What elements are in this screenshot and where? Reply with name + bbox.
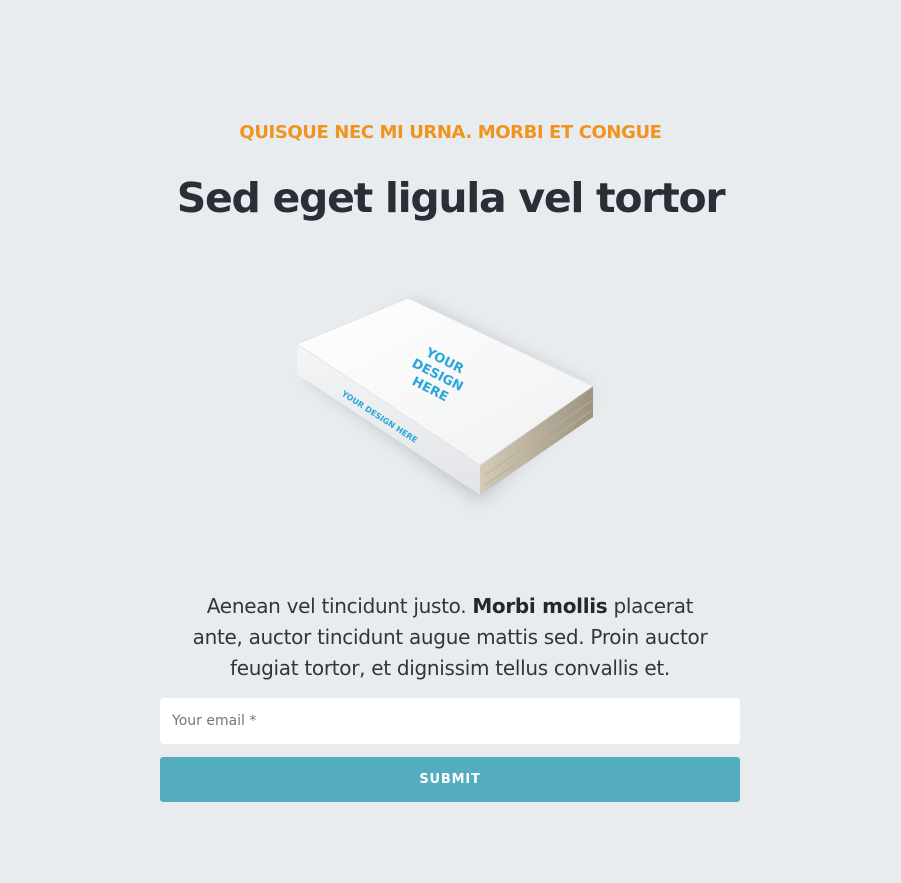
landing-page: QUISQUE NEC MI URNA. MORBI ET CONGUE Sed…: [0, 0, 901, 883]
email-field[interactable]: [160, 698, 740, 744]
book-mockup-image: YOUR DESIGN HERE YOUR DESIGN HERE: [275, 280, 615, 520]
description-text: Aenean vel tincidunt justo. Morbi mollis…: [180, 591, 720, 684]
page-title: Sed eget ligula vel tortor: [176, 174, 726, 222]
submit-button[interactable]: SUBMIT: [160, 757, 740, 802]
book-illustration: YOUR DESIGN HERE YOUR DESIGN HERE: [295, 297, 594, 502]
eyebrow-heading: QUISQUE NEC MI URNA. MORBI ET CONGUE: [239, 122, 662, 143]
description-part1: Aenean vel tincidunt justo.: [206, 594, 473, 618]
description-bold: Morbi mollis: [472, 594, 608, 618]
